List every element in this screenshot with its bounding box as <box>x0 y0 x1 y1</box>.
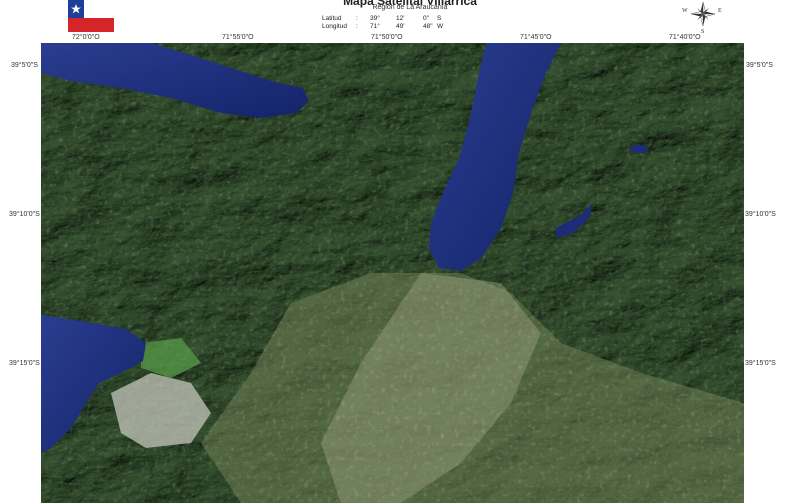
graticule-top-label: 71°40'0"O <box>669 34 701 41</box>
longitude-hemisphere: W <box>437 23 444 30</box>
graticule-top-label: 71°50'0"O <box>371 34 403 41</box>
graticule-top-label: 71°55'0"O <box>222 34 254 41</box>
latitude-minutes: 12' <box>396 15 405 22</box>
coordinates-block: Latitud : 39° 12' 0" S Longitud : 71° 49… <box>322 15 447 31</box>
longitude-degrees: 71° <box>370 23 380 30</box>
graticule-left-label: 39°5'0"S <box>11 62 38 69</box>
graticule-top-label: 71°45'0"O <box>520 34 552 41</box>
latitude-seconds: 0" <box>423 15 429 22</box>
graticule-right-label: 39°15'0"S <box>745 360 776 367</box>
graticule-right-label: 39°10'0"S <box>745 211 776 218</box>
satellite-map[interactable] <box>41 43 744 503</box>
longitude-row: Longitud : 71° 49' 48" W <box>322 23 447 31</box>
latitude-degrees: 39° <box>370 15 380 22</box>
latitude-label: Latitud <box>322 15 342 22</box>
latitude-separator: : <box>356 15 358 22</box>
terrain-layer <box>41 43 744 503</box>
compass-e: E <box>718 8 722 14</box>
graticule-right-label: 39°5'0"S <box>746 62 773 69</box>
compass-rose-icon: W E S <box>682 1 722 34</box>
longitude-label: Longitud <box>322 23 347 30</box>
compass-s: S <box>701 29 704 34</box>
region-label: Región de La Araucanía <box>372 4 448 11</box>
longitude-minutes: 49' <box>396 23 405 30</box>
latitude-hemisphere: S <box>437 15 442 22</box>
longitude-seconds: 48" <box>423 23 433 30</box>
chile-government-logo <box>68 0 114 32</box>
compass-w: W <box>682 8 688 14</box>
latitude-row: Latitud : 39° 12' 0" S <box>322 15 447 23</box>
longitude-separator: : <box>356 23 358 30</box>
graticule-top-label: 72°0'0"O <box>72 34 100 41</box>
graticule-left-label: 39°15'0"S <box>9 360 40 367</box>
graticule-left-label: 39°10'0"S <box>9 211 40 218</box>
